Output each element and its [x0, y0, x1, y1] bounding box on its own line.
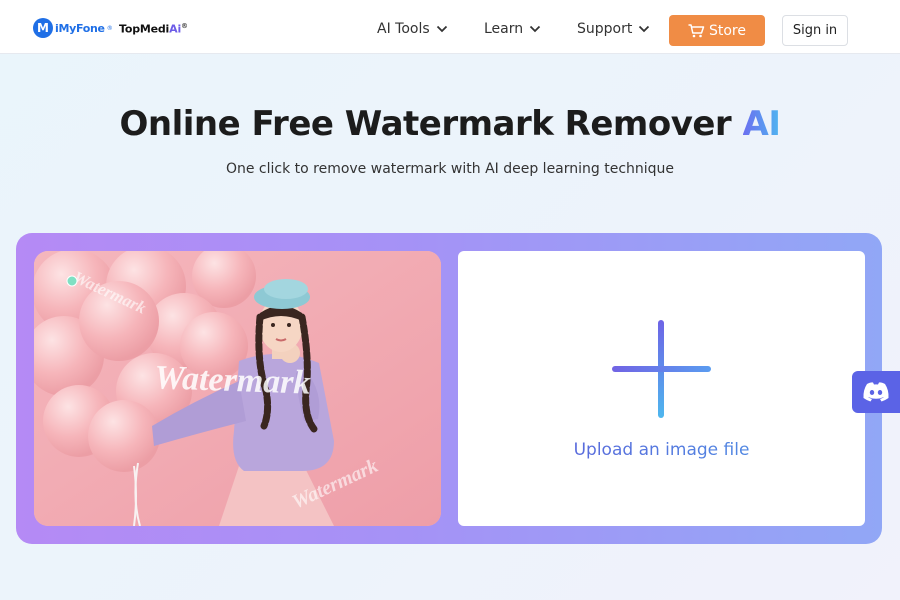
page-title-main: Online Free Watermark Remover: [119, 104, 732, 144]
discord-button[interactable]: [852, 371, 900, 413]
upload-dropzone[interactable]: Upload an image file: [458, 251, 865, 526]
nav-learn-label: Learn: [484, 21, 524, 37]
sign-in-button[interactable]: Sign in: [782, 15, 848, 46]
upload-label: Upload an image file: [458, 440, 865, 460]
remover-tool-panel: Watermark Watermark Watermark Upload an …: [16, 233, 882, 544]
sample-image[interactable]: Watermark Watermark Watermark: [34, 251, 441, 526]
chevron-down-icon: [639, 25, 650, 33]
page-title: Online Free Watermark Remover AI: [0, 104, 900, 144]
nav-support[interactable]: Support: [577, 20, 650, 38]
topmediai-logo-prefix: TopMedi: [119, 22, 170, 36]
store-button-label: Store: [708, 22, 746, 39]
chevron-down-icon: [436, 25, 447, 33]
page-subtitle: One click to remove watermark with AI de…: [225, 161, 675, 177]
store-button[interactable]: Store: [669, 15, 765, 46]
discord-icon: [863, 382, 889, 402]
imyfone-registered-mark: ®: [106, 24, 113, 32]
topmediai-registered-mark: ®: [181, 22, 188, 30]
nav-learn[interactable]: Learn: [484, 20, 541, 38]
imyfone-logo[interactable]: M iMyFone ®: [33, 17, 113, 39]
chevron-down-icon: [530, 25, 541, 33]
sample-image-illustration: Watermark Watermark Watermark: [34, 251, 441, 526]
imyfone-logo-text: iMyFone: [55, 21, 105, 35]
nav-support-label: Support: [577, 21, 633, 37]
topmediai-logo[interactable]: TopMediAi®: [119, 22, 188, 36]
watermark-text-center: Watermark: [154, 359, 311, 401]
nav-ai-tools[interactable]: AI Tools: [377, 20, 448, 38]
cart-icon: [688, 23, 705, 37]
topmediai-logo-ai: Ai: [169, 22, 182, 36]
page-title-ai: AI: [742, 104, 781, 144]
top-navbar: M iMyFone ® TopMediAi® AI Tools Learn Su…: [0, 0, 900, 54]
imyfone-logo-icon: M: [33, 18, 53, 38]
nav-ai-tools-label: AI Tools: [377, 21, 430, 37]
